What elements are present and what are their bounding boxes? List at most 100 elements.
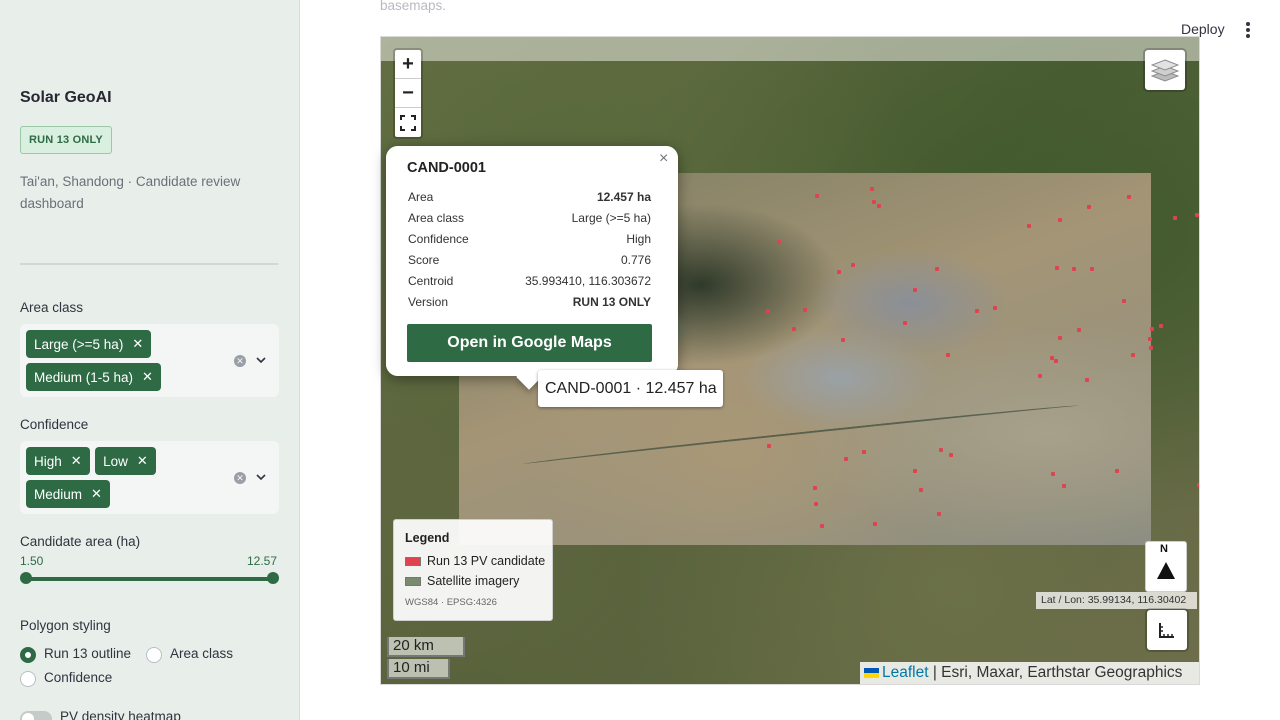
- slider-min-value: 1.50: [20, 554, 44, 568]
- candidate-marker[interactable]: [946, 353, 950, 357]
- candidate-marker[interactable]: [1072, 267, 1076, 271]
- map-top-band: [381, 37, 1199, 61]
- candidate-marker[interactable]: [792, 327, 796, 331]
- open-google-maps-button[interactable]: Open in Google Maps: [407, 324, 652, 362]
- leaflet-link[interactable]: Leaflet: [882, 664, 929, 681]
- candidate-marker[interactable]: [872, 200, 876, 204]
- candidate-marker[interactable]: [851, 263, 855, 267]
- intro-text-fragment: basemaps.: [380, 0, 447, 13]
- candidate-marker[interactable]: [1195, 213, 1199, 217]
- candidate-marker[interactable]: [814, 502, 818, 506]
- scale-bar-mi: 10 mi: [387, 659, 450, 679]
- zoom-out-button[interactable]: −: [395, 79, 421, 108]
- candidate-marker[interactable]: [873, 522, 877, 526]
- candidate-marker[interactable]: [1058, 218, 1062, 222]
- candidate-marker[interactable]: [777, 240, 781, 244]
- measure-button[interactable]: [1145, 608, 1189, 652]
- candidate-marker[interactable]: [1050, 356, 1054, 360]
- chip-confidence-low[interactable]: Low ✕: [95, 447, 156, 475]
- candidate-marker[interactable]: [1054, 359, 1058, 363]
- candidate-marker[interactable]: [949, 453, 953, 457]
- candidate-marker[interactable]: [1085, 378, 1089, 382]
- layers-button[interactable]: [1143, 48, 1187, 92]
- candidate-marker[interactable]: [1149, 346, 1153, 350]
- candidate-marker[interactable]: [993, 306, 997, 310]
- candidate-marker[interactable]: [1055, 266, 1059, 270]
- candidate-marker[interactable]: [1087, 205, 1091, 209]
- candidate-marker[interactable]: [935, 267, 939, 271]
- candidate-marker[interactable]: [937, 512, 941, 516]
- candidate-marker[interactable]: [844, 457, 848, 461]
- kebab-menu-icon[interactable]: [1246, 22, 1250, 38]
- candidate-marker[interactable]: [913, 288, 917, 292]
- candidate-marker[interactable]: [1058, 336, 1062, 340]
- candidate-marker[interactable]: [1159, 324, 1163, 328]
- confidence-multiselect[interactable]: High ✕ Low ✕ Medium ✕ ✕: [20, 441, 279, 514]
- popup-close-button[interactable]: ×: [659, 150, 668, 168]
- area-class-label: Area class: [20, 300, 84, 315]
- run-badge: RUN 13 ONLY: [20, 126, 112, 154]
- area-slider-track[interactable]: [26, 577, 273, 581]
- candidate-marker[interactable]: [813, 486, 817, 490]
- candidate-marker[interactable]: [837, 270, 841, 274]
- legend-swatch-imagery: [405, 577, 421, 586]
- candidate-marker[interactable]: [803, 308, 807, 312]
- sidebar-divider: [20, 263, 278, 265]
- heatmap-toggle[interactable]: [20, 711, 52, 720]
- chip-area-large[interactable]: Large (>=5 ha) ✕: [26, 330, 152, 358]
- candidate-marker[interactable]: [1131, 353, 1135, 357]
- candidate-marker[interactable]: [870, 187, 874, 191]
- fullscreen-button[interactable]: [395, 108, 421, 137]
- candidate-marker[interactable]: [1090, 267, 1094, 271]
- chip-remove-icon[interactable]: ✕: [91, 486, 102, 502]
- candidate-marker[interactable]: [1148, 337, 1152, 341]
- candidate-marker[interactable]: [1173, 216, 1177, 220]
- candidate-marker[interactable]: [1122, 299, 1126, 303]
- candidate-marker[interactable]: [862, 450, 866, 454]
- radio-area-class[interactable]: [146, 647, 162, 663]
- candidate-marker[interactable]: [820, 524, 824, 528]
- clear-icon[interactable]: ✕: [234, 354, 246, 367]
- app-title: Solar GeoAI: [20, 89, 112, 106]
- candidate-marker[interactable]: [919, 488, 923, 492]
- candidate-marker[interactable]: [877, 204, 881, 208]
- candidate-marker[interactable]: [766, 309, 770, 313]
- candidate-marker[interactable]: [939, 448, 943, 452]
- candidate-marker[interactable]: [975, 309, 979, 313]
- area-class-multiselect[interactable]: Large (>=5 ha) ✕ Medium (1-5 ha) ✕ ✕: [20, 324, 279, 397]
- chip-remove-icon[interactable]: ✕: [137, 453, 148, 469]
- deploy-button[interactable]: Deploy: [1181, 21, 1225, 37]
- candidate-marker[interactable]: [1077, 328, 1081, 332]
- candidate-marker[interactable]: [1038, 374, 1042, 378]
- chip-remove-icon[interactable]: ✕: [132, 336, 143, 352]
- candidate-marker[interactable]: [1197, 483, 1199, 487]
- zoom-control: + −: [393, 48, 423, 139]
- chip-confidence-high[interactable]: High ✕: [26, 447, 90, 475]
- radio-confidence[interactable]: [20, 671, 36, 687]
- chip-remove-icon[interactable]: ✕: [142, 369, 153, 385]
- chip-area-medium[interactable]: Medium (1-5 ha) ✕: [26, 363, 161, 391]
- candidate-marker[interactable]: [1150, 327, 1154, 331]
- radio-label: Run 13 outline: [44, 646, 132, 661]
- chevron-down-icon[interactable]: [256, 355, 266, 365]
- candidate-tooltip: CAND-0001 · 12.457 ha: [538, 370, 723, 407]
- candidate-marker[interactable]: [903, 321, 907, 325]
- radio-run13-outline[interactable]: [20, 647, 36, 663]
- candidate-marker[interactable]: [1062, 484, 1066, 488]
- chip-confidence-medium[interactable]: Medium ✕: [26, 480, 110, 508]
- candidate-marker[interactable]: [1115, 469, 1119, 473]
- chevron-down-icon[interactable]: [256, 472, 266, 482]
- slider-max-handle[interactable]: [267, 572, 279, 584]
- candidate-marker[interactable]: [913, 469, 917, 473]
- candidate-marker[interactable]: [1127, 195, 1131, 199]
- chip-remove-icon[interactable]: ✕: [71, 453, 82, 469]
- candidate-marker[interactable]: [1027, 224, 1031, 228]
- clear-icon[interactable]: ✕: [234, 471, 246, 484]
- candidate-marker[interactable]: [767, 444, 771, 448]
- slider-min-handle[interactable]: [20, 572, 32, 584]
- candidate-marker[interactable]: [815, 194, 819, 198]
- candidate-marker[interactable]: [1051, 472, 1055, 476]
- cursor-coordinates: Lat / Lon: 35.99134, 116.30402: [1036, 592, 1197, 609]
- candidate-marker[interactable]: [841, 338, 845, 342]
- zoom-in-button[interactable]: +: [395, 50, 421, 79]
